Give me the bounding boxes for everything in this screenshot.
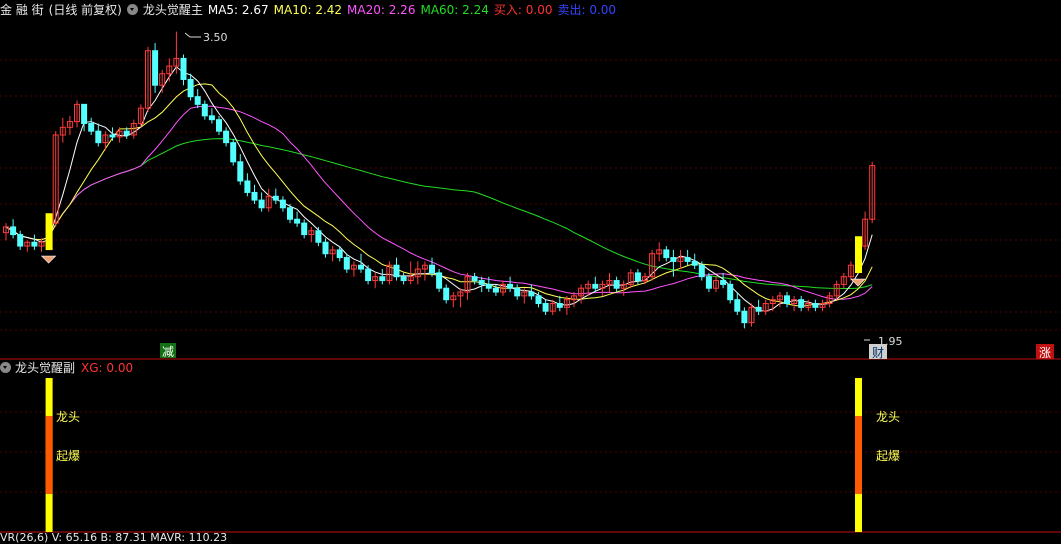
candle-down <box>358 264 364 270</box>
candle-down <box>528 291 535 297</box>
marker-rise: 涨 <box>1036 344 1054 360</box>
candle-down <box>251 191 258 201</box>
ma60-line <box>5 138 873 289</box>
candle-down <box>429 264 435 274</box>
candle-down <box>88 123 95 132</box>
candle-down <box>663 249 670 259</box>
candle-down <box>343 257 350 270</box>
candle-down <box>17 234 24 247</box>
candle-down <box>81 103 88 125</box>
wealth-text: 财 <box>872 346 884 360</box>
high-price-label: 3.50 <box>184 31 228 44</box>
grid-lines <box>0 59 1061 493</box>
candle-down <box>279 199 286 209</box>
candle-down <box>684 257 691 262</box>
candle-down <box>443 287 450 301</box>
candle-down <box>194 96 201 105</box>
candle-down <box>436 272 443 289</box>
candle-down <box>31 241 38 247</box>
candle-down <box>336 249 343 259</box>
candle-down <box>471 276 478 282</box>
candle-down <box>10 226 17 236</box>
candle-down <box>294 218 301 224</box>
candle-down <box>613 280 620 289</box>
longtou-label: 龙头 <box>876 410 900 424</box>
candle-down <box>109 134 116 138</box>
candle-down <box>400 276 407 282</box>
candle-down <box>705 276 712 289</box>
candle-down <box>123 130 130 136</box>
sub-label-group-2: 龙头 起爆 <box>876 410 900 463</box>
candle-down <box>691 260 698 266</box>
candle-down <box>287 207 293 220</box>
signal-bars <box>45 378 862 532</box>
reduce-text: 减 <box>162 345 174 359</box>
candle-down <box>237 161 244 182</box>
candle-down <box>315 230 322 243</box>
signal-bar-orange <box>45 416 53 494</box>
marker-reduce: 减 <box>160 343 176 359</box>
candle-down <box>230 142 237 163</box>
candle-down <box>670 257 677 262</box>
candle-down <box>514 287 521 297</box>
candle-down <box>784 295 790 305</box>
candle-down <box>187 78 194 98</box>
candle-down <box>542 303 549 312</box>
candle-down <box>258 199 265 209</box>
price-chart[interactable]: 3.50 1.95 减 财 涨 龙头 起爆 龙头 起爆 <box>0 0 1061 542</box>
candle-down <box>720 280 727 285</box>
candle-down <box>485 283 492 289</box>
candle-down <box>379 276 386 282</box>
candle-down <box>556 303 563 308</box>
qibao-label: 起爆 <box>876 449 900 463</box>
candle-down <box>812 303 819 308</box>
candle-down <box>322 241 329 255</box>
diamond-icon <box>40 255 57 264</box>
candle-down <box>535 295 542 305</box>
candle-down <box>208 115 215 121</box>
candle-down <box>741 310 748 324</box>
candle-down <box>478 280 485 285</box>
candle-down <box>393 264 400 278</box>
candle-down <box>216 119 222 132</box>
signal-highlight <box>45 213 53 251</box>
signal-bar-orange <box>855 416 862 494</box>
candle-down <box>492 287 499 293</box>
high-price-text: 3.50 <box>203 31 228 44</box>
candle-down <box>592 283 599 289</box>
qibao-label: 起爆 <box>56 449 80 463</box>
chart-marks <box>40 213 866 287</box>
candle-down <box>201 103 208 117</box>
candle-down <box>755 306 762 312</box>
candle-down <box>734 299 741 312</box>
longtou-label: 龙头 <box>56 410 80 424</box>
marker-wealth: 财 <box>869 344 887 360</box>
candle-down <box>727 283 734 301</box>
candle-down <box>223 130 230 144</box>
diamond-icon <box>850 278 866 287</box>
candle-down <box>95 130 102 144</box>
candle-down <box>301 222 308 236</box>
candle-down <box>507 283 514 289</box>
candle-down <box>272 195 279 201</box>
sub-label-group-1: 龙头 起爆 <box>56 410 80 463</box>
candle-down <box>180 57 187 80</box>
signal-highlight <box>855 236 862 274</box>
candle-down <box>634 272 641 282</box>
rise-text: 涨 <box>1039 345 1051 360</box>
candle-down <box>244 180 251 193</box>
candle-down <box>698 264 705 278</box>
candle-down <box>798 299 805 308</box>
candle-down <box>152 50 159 86</box>
candle-down <box>365 268 372 282</box>
